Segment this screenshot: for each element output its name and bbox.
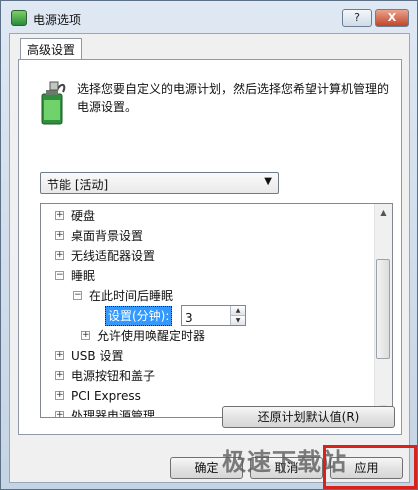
- tree-item-sleep[interactable]: − 睡眠: [41, 266, 371, 286]
- tree-item-label: PCI Express: [71, 389, 141, 403]
- tree-scrollbar[interactable]: ▲ ▼: [374, 204, 392, 417]
- collapse-icon[interactable]: −: [55, 271, 64, 280]
- expand-icon[interactable]: +: [55, 231, 64, 240]
- tree-item-wireless-adapter[interactable]: + 无线适配器设置: [41, 246, 371, 266]
- restore-defaults-button[interactable]: 还原计划默认值(R): [222, 406, 395, 428]
- spin-up-icon[interactable]: ▲: [231, 306, 245, 316]
- tree-item-hard-disk[interactable]: + 硬盘: [41, 206, 371, 226]
- battery-plug-icon: [41, 81, 66, 125]
- tree-item-label: 处理器电源管理: [71, 409, 156, 418]
- tree-item-label: 电源按钮和盖子: [71, 369, 156, 383]
- scrollbar-thumb[interactable]: [376, 259, 390, 359]
- power-plan-value: 节能 [活动]: [47, 178, 109, 192]
- tree-item-label: USB 设置: [71, 349, 124, 363]
- dialog-client: 高级设置 选择您要自定义的电源计划，然后选择您希望计算机管理的电源设置。 节能 …: [9, 33, 410, 483]
- watermark-frame: [323, 445, 417, 489]
- help-button[interactable]: ?: [342, 9, 372, 27]
- expand-icon[interactable]: +: [55, 351, 64, 360]
- expand-icon[interactable]: +: [55, 391, 64, 400]
- sleep-minutes-stepper[interactable]: 3 ▲ ▼: [181, 305, 246, 326]
- expand-icon[interactable]: +: [55, 371, 64, 380]
- expand-icon[interactable]: +: [55, 251, 64, 260]
- settings-tree[interactable]: + 硬盘 + 桌面背景设置 + 无线适配器设置 − 睡眠 − 在此时间后睡眠 设…: [40, 203, 393, 418]
- tree-item-setting-minutes[interactable]: 设置(分钟): 3 ▲ ▼: [41, 305, 371, 326]
- expand-icon[interactable]: +: [55, 411, 64, 417]
- tree-item-wake-timers[interactable]: + 允许使用唤醒定时器: [41, 326, 371, 346]
- setting-minutes-label: 设置(分钟):: [105, 306, 173, 326]
- expand-icon[interactable]: +: [81, 331, 90, 340]
- scroll-up-icon[interactable]: ▲: [375, 204, 392, 221]
- tree-item-label: 无线适配器设置: [71, 249, 156, 263]
- tab-advanced-settings[interactable]: 高级设置: [20, 38, 83, 60]
- tree-item-label: 睡眠: [71, 269, 96, 283]
- tree-item-label: 桌面背景设置: [71, 229, 144, 243]
- dialog-window: 电源选项 ? X 高级设置 选择您要自定义的电源计划，然后选择您希望计算机管理的…: [0, 0, 418, 490]
- tree-item-desktop-background[interactable]: + 桌面背景设置: [41, 226, 371, 246]
- close-button[interactable]: X: [375, 9, 409, 27]
- tree-item-sleep-after[interactable]: − 在此时间后睡眠: [41, 286, 371, 306]
- expand-icon[interactable]: +: [55, 211, 64, 220]
- collapse-icon[interactable]: −: [73, 291, 82, 300]
- tree-item-power-buttons[interactable]: + 电源按钮和盖子: [41, 366, 371, 386]
- tree-item-label: 在此时间后睡眠: [89, 289, 174, 303]
- stepper-buttons: ▲ ▼: [230, 306, 245, 325]
- description-text: 选择您要自定义的电源计划，然后选择您希望计算机管理的电源设置。: [77, 82, 390, 114]
- sleep-minutes-value[interactable]: 3: [185, 308, 193, 328]
- window-title: 电源选项: [33, 13, 82, 27]
- power-options-icon: [11, 10, 27, 26]
- tab-panel: 选择您要自定义的电源计划，然后选择您希望计算机管理的电源设置。 节能 [活动] …: [18, 59, 402, 435]
- chevron-down-icon: ▼: [264, 176, 272, 187]
- spin-down-icon[interactable]: ▼: [231, 316, 245, 325]
- power-plan-select[interactable]: 节能 [活动] ▼: [40, 172, 279, 194]
- tree-item-label: 允许使用唤醒定时器: [97, 329, 206, 343]
- title-bar: 电源选项 ? X: [1, 1, 417, 35]
- tree-item-label: 硬盘: [71, 209, 96, 223]
- tree-item-pci-express[interactable]: + PCI Express: [41, 386, 371, 406]
- tree-item-usb[interactable]: + USB 设置: [41, 346, 371, 366]
